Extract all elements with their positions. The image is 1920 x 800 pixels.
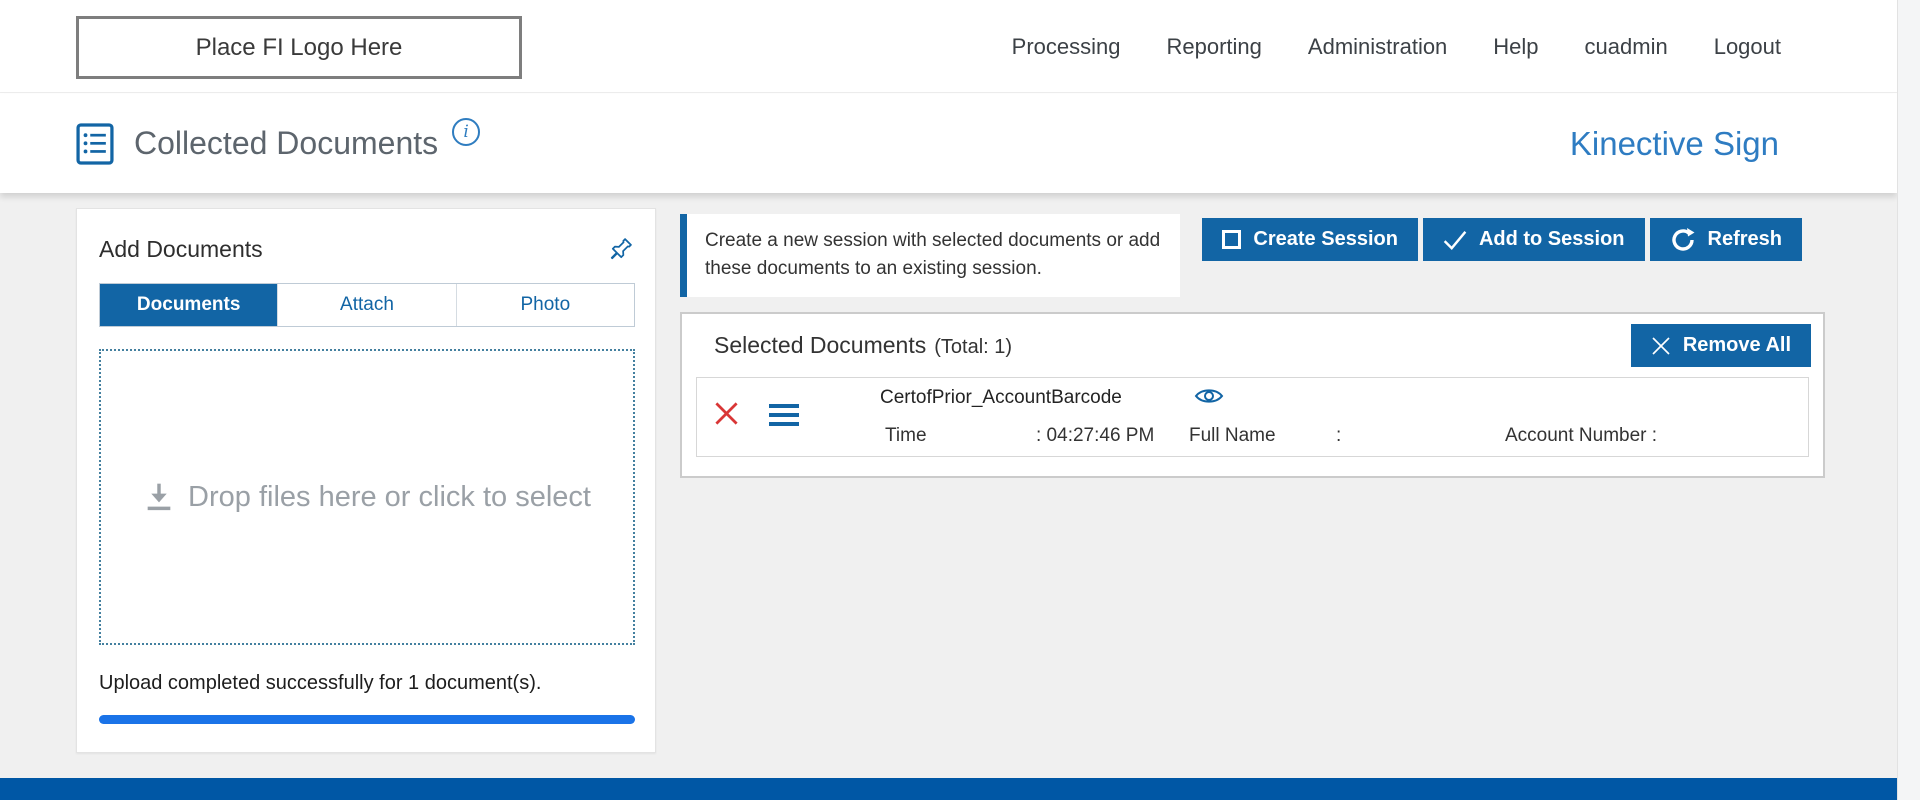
session-actions: Create Session Add to Session Refresh: [1202, 218, 1802, 261]
info-icon-glyph: i: [463, 122, 468, 142]
add-documents-header: Add Documents: [99, 235, 635, 263]
pin-icon[interactable]: [607, 235, 635, 263]
top-bar: Place FI Logo Here Processing Reporting …: [0, 0, 1897, 93]
preview-icon[interactable]: [1194, 385, 1224, 407]
document-time-value: : 04:27:46 PM: [1036, 425, 1154, 447]
selected-documents-total: (Total: 1): [934, 336, 1012, 358]
add-to-session-icon: [1443, 230, 1467, 250]
add-documents-panel: Add Documents Documents Attach Photo Dro…: [76, 208, 656, 753]
create-session-label: Create Session: [1253, 228, 1398, 251]
document-fullname-label: Full Name: [1189, 425, 1276, 447]
create-session-button[interactable]: Create Session: [1202, 218, 1418, 261]
vertical-scrollbar[interactable]: [1897, 0, 1920, 800]
selected-documents-header: Selected Documents (Total: 1) Remove All: [682, 314, 1823, 375]
selected-documents-panel: Selected Documents(Total: 1) Remove All …: [680, 312, 1825, 478]
add-documents-tabs: Documents Attach Photo: [99, 283, 635, 327]
tab-documents[interactable]: Documents: [100, 284, 277, 326]
nav-processing[interactable]: Processing: [1012, 34, 1121, 60]
top-nav: Processing Reporting Administration Help…: [1012, 0, 1781, 93]
add-to-session-button[interactable]: Add to Session: [1423, 218, 1645, 261]
document-time-label: Time: [885, 425, 927, 447]
drag-handle-icon[interactable]: [769, 404, 799, 431]
create-session-icon: [1222, 230, 1241, 249]
session-banner-text: Create a new session with selected docum…: [705, 230, 1160, 279]
tab-photo[interactable]: Photo: [456, 284, 634, 326]
document-row: CertofPrior_AccountBarcode Time : 04:27:…: [696, 377, 1809, 457]
fi-logo-placeholder: Place FI Logo Here: [76, 16, 522, 79]
session-banner: Create a new session with selected docum…: [680, 214, 1180, 297]
main-content: Add Documents Documents Attach Photo Dro…: [0, 193, 1897, 778]
tab-attach[interactable]: Attach: [277, 284, 455, 326]
selected-documents-title-group: Selected Documents (Total: 1): [714, 332, 1012, 359]
refresh-label: Refresh: [1708, 228, 1782, 251]
upload-status-text: Upload completed successfully for 1 docu…: [99, 672, 635, 695]
page-header: Collected Documents i Kinective Sign: [0, 94, 1897, 193]
remove-all-label: Remove All: [1683, 334, 1791, 357]
remove-document-icon[interactable]: [713, 400, 740, 427]
nav-administration[interactable]: Administration: [1308, 34, 1447, 60]
nav-cuadmin[interactable]: cuadmin: [1585, 34, 1668, 60]
file-dropzone[interactable]: Drop files here or click to select: [99, 349, 635, 645]
remove-all-button[interactable]: Remove All: [1631, 324, 1811, 367]
nav-logout[interactable]: Logout: [1714, 34, 1781, 60]
remove-all-icon: [1651, 336, 1671, 356]
selected-documents-title: Selected Documents: [714, 332, 926, 358]
page-title: Collected Documents: [134, 125, 438, 162]
refresh-button[interactable]: Refresh: [1650, 218, 1802, 261]
document-fullname-value: :: [1336, 425, 1341, 447]
dropzone-text: Drop files here or click to select: [188, 481, 591, 514]
download-icon: [143, 482, 175, 512]
add-documents-title: Add Documents: [99, 236, 263, 263]
document-account-label: Account Number :: [1505, 425, 1657, 447]
refresh-icon: [1670, 227, 1696, 253]
app-root: Place FI Logo Here Processing Reporting …: [0, 0, 1920, 800]
upload-progress-bar: [99, 715, 635, 724]
nav-help[interactable]: Help: [1493, 34, 1538, 60]
footer-bar: [0, 778, 1897, 800]
info-icon[interactable]: i: [452, 118, 480, 146]
add-to-session-label: Add to Session: [1479, 228, 1625, 251]
collected-documents-icon: [76, 123, 114, 165]
document-name: CertofPrior_AccountBarcode: [880, 387, 1122, 409]
fi-logo-text: Place FI Logo Here: [196, 34, 403, 62]
nav-reporting[interactable]: Reporting: [1167, 34, 1262, 60]
brand-kinective-sign: Kinective Sign: [1570, 125, 1779, 163]
